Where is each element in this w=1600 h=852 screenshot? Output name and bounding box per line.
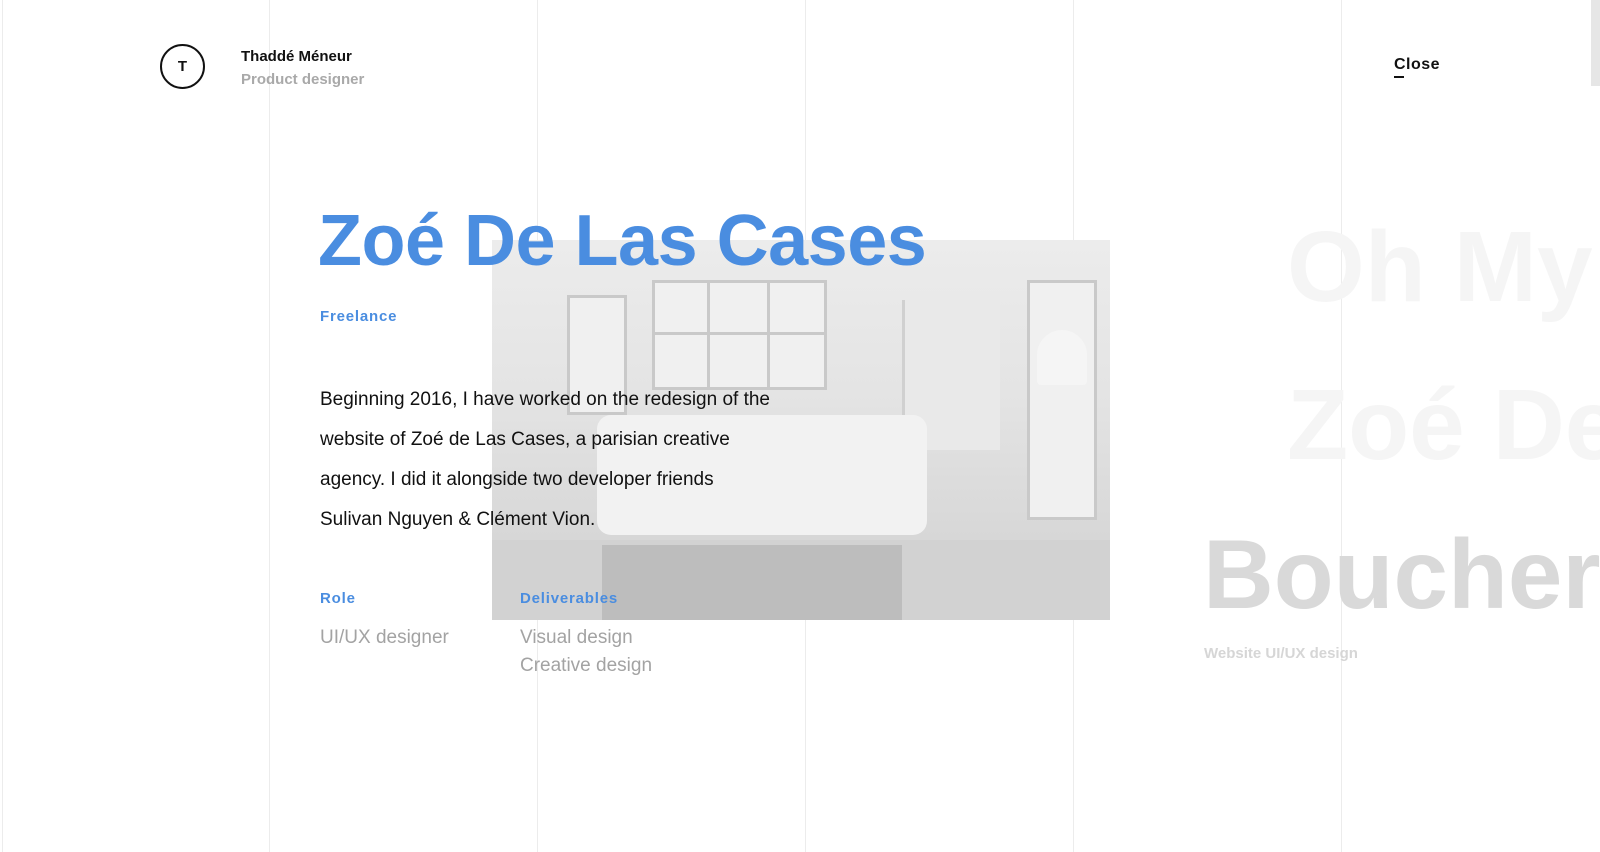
grid-line [2, 0, 3, 852]
close-underline [1394, 76, 1404, 78]
author-role: Product designer [241, 71, 365, 88]
window-divider [767, 280, 770, 390]
window-divider [652, 332, 827, 335]
project-detail-page: Oh My Zoé De Boucher Website UI/UX desig… [0, 0, 1600, 852]
logo[interactable]: T [160, 44, 205, 89]
deliverables-label: Deliverables [520, 590, 618, 607]
window-shape [1027, 280, 1097, 520]
project-title: Zoé De Las Cases [318, 201, 927, 281]
project-list-subtitle: Website UI/UX design [1204, 645, 1358, 662]
close-button[interactable]: Close [1394, 56, 1440, 74]
window-shape [652, 280, 827, 390]
project-list-item-active[interactable]: Boucher [1203, 518, 1600, 631]
role-value: UI/UX designer [320, 627, 449, 648]
project-list-item[interactable]: Zoé De [1287, 368, 1600, 483]
deliverable-item: Visual design [520, 627, 633, 648]
grid-line [269, 0, 270, 852]
project-type: Freelance [320, 308, 398, 325]
deliverable-item: Creative design [520, 655, 653, 676]
coffee-table-shape [602, 545, 902, 620]
window-divider [707, 280, 710, 390]
scrollbar-thumb[interactable] [1591, 0, 1600, 86]
project-description: Beginning 2016, I have worked on the red… [320, 389, 770, 530]
author-name: Thaddé Méneur [241, 48, 352, 65]
project-list-item[interactable]: Oh My [1287, 210, 1593, 325]
role-label: Role [320, 590, 356, 607]
lamp-shape [1037, 330, 1087, 385]
